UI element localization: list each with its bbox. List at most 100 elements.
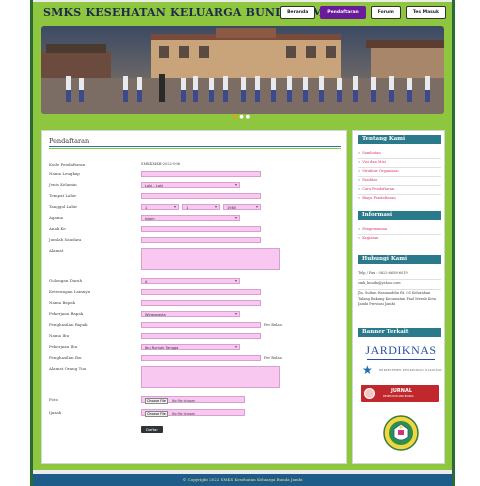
jumlah-saudara-input[interactable]	[141, 237, 261, 243]
nav-tes-masuk[interactable]: Tes Masuk	[405, 6, 446, 19]
link-bullet-icon: »	[358, 169, 361, 173]
label-jumlah-saudara: Jumlah Saudara	[49, 237, 82, 242]
foto-choose-button[interactable]: Choose File	[145, 398, 168, 404]
label-alamat: Alamat	[49, 248, 64, 253]
nama-bapak-input[interactable]	[141, 300, 261, 306]
penghasilan-bapak-suffix: Per Bulan	[264, 323, 282, 327]
school-seal-icon	[383, 415, 419, 451]
daftar-button[interactable]: Daftar	[141, 426, 163, 433]
sidebar-divider	[358, 158, 441, 159]
label-golongan-darah: Golongan Darah	[49, 278, 83, 283]
tanggal-month-select[interactable]: 1	[182, 204, 220, 210]
jurnal-banner[interactable]: JURNAL KESEHATAN SMK BUNDA	[361, 385, 439, 402]
sidebar-link-biaya[interactable]: » Biaya Pendaftaran	[358, 196, 396, 200]
label-pekerjaan-ibu: Pekerjaan Ibu	[49, 344, 78, 349]
alamat-textarea[interactable]	[141, 248, 280, 270]
foto-no-file-text: No file chosen	[172, 398, 196, 403]
label-tanggal-lahir: Tanggal Lahir	[49, 204, 78, 209]
ijazah-file-input[interactable]: Choose File No file chosen	[141, 409, 245, 417]
nama-lengkap-input[interactable]	[141, 171, 261, 177]
jurnal-emblem-icon	[364, 388, 375, 399]
nav-beranda[interactable]: Beranda	[280, 6, 316, 19]
sidebar-heading-banner: Banner Terkait	[358, 328, 441, 337]
slide-indicators: ●●●	[33, 114, 452, 120]
sidebar-link-pengumuman[interactable]: » Pengumuman	[358, 227, 387, 231]
sidebar-heading-about: Tentang Kami	[358, 135, 441, 144]
nav-pendaftaran[interactable]: Pendaftaran	[320, 6, 366, 19]
agama-select[interactable]: Islam	[141, 215, 240, 221]
label-jenis-kelamin: Jenis Kelamin	[49, 182, 77, 187]
sidebar-link-kegiatan[interactable]: » Kegiatan	[358, 236, 378, 240]
penghasilan-ibu-input[interactable]	[141, 355, 261, 361]
sidebar: Tentang Kami » Sambutan » Visi dan Misi » S…	[352, 130, 445, 464]
label-alamat-orang-tua: Alamat Orang Tua	[49, 366, 87, 371]
keterangan-input[interactable]	[141, 289, 261, 295]
sidebar-divider	[358, 185, 441, 186]
sidebar-divider	[358, 167, 441, 168]
jardiknas-underline	[367, 359, 435, 360]
tanggal-day-select[interactable]: 1	[141, 204, 179, 210]
link-bullet-icon: »	[358, 227, 361, 231]
sidebar-link-visi-misi[interactable]: » Visi dan Misi	[358, 160, 386, 164]
content-area: Pendaftaran Kode Pendaftaran SMKKMKB-202…	[33, 122, 452, 470]
tanggal-year-select[interactable]: 1985	[223, 204, 261, 210]
sidebar-divider	[358, 176, 441, 177]
label-ijazah: Ijazah	[49, 410, 62, 415]
label-nama-bapak: Nama Bapak	[49, 300, 76, 305]
label-agama: Agama	[49, 215, 64, 220]
sidebar-divider	[358, 194, 441, 195]
depdiknas-logo[interactable]: ★ DEPARTEMEN PENDIDIKAN NASIONAL	[361, 363, 443, 378]
sidebar-divider	[358, 234, 441, 235]
ijazah-choose-button[interactable]: Choose File	[145, 411, 168, 417]
copyright-text: © Copyright 2022 SMKS Kesehatan Keluarga…	[182, 477, 303, 482]
jenis-kelamin-select[interactable]: Laki - Laki	[141, 182, 240, 188]
kode-value: SMKKMKB-2022-006	[141, 162, 181, 166]
anak-ke-input[interactable]	[141, 226, 261, 232]
pekerjaan-ibu-select[interactable]: Ibu Rumah Tangga	[141, 344, 240, 350]
sidebar-divider	[358, 289, 441, 290]
contact-phone: Telp / Fax : 0822-6658-6019	[358, 271, 408, 275]
label-tempat-lahir: Tempat Lahir	[49, 193, 77, 198]
label-nama-ibu: Nama Ibu	[49, 333, 70, 338]
banner-section: ●●●	[33, 24, 452, 122]
registration-panel: Pendaftaran Kode Pendaftaran SMKKMKB-202…	[41, 130, 347, 464]
contact-address: Jln. Sultan Hasanuddin Rt. 05 Kelurahan …	[358, 291, 437, 306]
label-anak-ke: Anak Ke	[49, 226, 66, 231]
penghasilan-bapak-input[interactable]	[141, 322, 261, 328]
nav-forum[interactable]: Forum	[370, 6, 401, 19]
link-bullet-icon: »	[358, 236, 361, 240]
link-bullet-icon: »	[358, 151, 361, 155]
sidebar-link-struktur[interactable]: » Struktur Organisasi	[358, 169, 399, 173]
label-pekerjaan-bapak: Pekerjaan Bapak	[49, 311, 84, 316]
slide-dot-3[interactable]: ●	[246, 114, 252, 120]
sidebar-divider	[358, 279, 441, 280]
link-bullet-icon: »	[358, 187, 361, 191]
contact-email: smk_bunda@yahoo.com	[358, 281, 401, 285]
top-nav: Beranda Pendaftaran Forum Tes Masuk	[280, 6, 446, 19]
sidebar-heading-info: Informasi	[358, 211, 441, 220]
tempat-lahir-input[interactable]	[141, 193, 261, 199]
label-penghasilan-bapak: Penghasilan Bapak	[49, 322, 88, 327]
label-nama: Nama Lengkap	[49, 171, 80, 176]
banner-slideshow[interactable]	[41, 26, 444, 114]
sidebar-heading-contact: Hubungi Kami	[358, 255, 441, 264]
link-bullet-icon: »	[358, 160, 361, 164]
alamat-orang-tua-textarea[interactable]	[141, 366, 280, 388]
sidebar-link-fasilitas[interactable]: » Fasilitas	[358, 178, 377, 182]
golongan-darah-select[interactable]: A	[141, 278, 240, 284]
site-header: SMKS KESEHATAN KELUARGA BUNDA JAMBI Bera…	[33, 2, 452, 24]
foto-file-input[interactable]: Choose File No file chosen	[141, 396, 245, 404]
sidebar-link-cara-pendaftaran[interactable]: » Cara Pendaftaran	[358, 187, 394, 191]
pekerjaan-bapak-select[interactable]: Wiraswasta	[141, 311, 240, 317]
star-icon: ★	[362, 363, 373, 377]
title-divider	[49, 146, 341, 147]
link-bullet-icon: »	[358, 196, 361, 200]
title-divider-accent	[49, 148, 341, 149]
link-bullet-icon: »	[358, 178, 361, 182]
jardiknas-logo[interactable]: JARDIKNAS	[365, 343, 437, 358]
label-penghasilan-ibu: Penghasilan Ibu	[49, 355, 82, 360]
ijazah-no-file-text: No file chosen	[172, 411, 196, 416]
sidebar-link-sambutan[interactable]: » Sambutan	[358, 151, 381, 155]
nama-ibu-input[interactable]	[141, 333, 261, 339]
site-footer: © Copyright 2022 SMKS Kesehatan Keluarga…	[33, 474, 452, 486]
